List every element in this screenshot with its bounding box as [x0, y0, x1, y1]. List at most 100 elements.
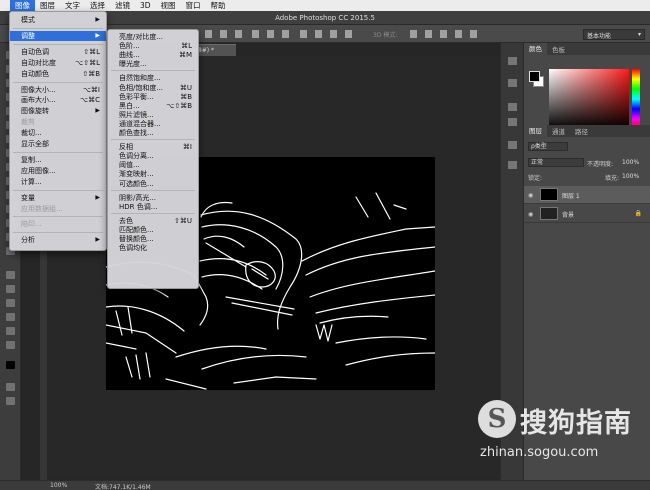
distribute-icon[interactable]	[315, 30, 322, 38]
menu-item-label: 应用图像...	[21, 166, 56, 175]
menu-item[interactable]: 裁切...	[10, 128, 106, 139]
chevron-down-icon: ▾	[637, 31, 641, 38]
layers-panel-tabs: 图层 通道 路径	[524, 125, 650, 137]
more-tools-icon[interactable]	[6, 341, 15, 349]
menu-help[interactable]: 帮助	[206, 0, 231, 11]
brush-panel-icon[interactable]	[508, 161, 517, 169]
menu-item-label: 变量	[21, 193, 35, 202]
menu-item-label: 裁切...	[21, 129, 42, 138]
menu-item-label: 分析	[21, 236, 35, 245]
apple-menu-icon[interactable]	[0, 0, 10, 11]
foreground-color-icon[interactable]	[6, 361, 15, 369]
menu-3d[interactable]: 3D	[135, 0, 156, 11]
path-select-tool-icon[interactable]	[6, 285, 15, 293]
history-icon[interactable]	[508, 57, 517, 65]
menu-window[interactable]: 窗口	[181, 0, 206, 11]
menu-select[interactable]: 选择	[85, 0, 110, 11]
tab-paths[interactable]: 路径	[570, 126, 593, 136]
3d-panel-icon[interactable]	[508, 141, 517, 149]
hand-tool-icon[interactable]	[6, 313, 15, 321]
menu-item[interactable]: 颜色查找...	[108, 128, 198, 139]
document-size[interactable]: 文档:747.1K/1.46M	[95, 482, 151, 490]
sogou-watermark: S 搜狗指南 zhinan.sogou.com	[478, 395, 650, 465]
adjustments-submenu: 亮度/对比度... 色阶... ⌘L 曲线... ⌘M 曝光度... 自然饱和度... 色相/…	[107, 29, 199, 289]
menu-type[interactable]: 文字	[60, 0, 85, 11]
menu-item[interactable]: 分析 ▶	[10, 235, 106, 246]
blend-mode-value: 正常	[531, 159, 544, 166]
3d-rotate-icon[interactable]	[410, 30, 417, 38]
menu-item[interactable]: 模式 ▶	[10, 15, 106, 26]
align-icon[interactable]	[252, 30, 259, 38]
lock-label: 锁定:	[528, 175, 543, 182]
distribute-icon[interactable]	[300, 30, 307, 38]
menu-item-label: 自动对比度	[21, 58, 56, 67]
3d-mode-label: 3D 模式:	[373, 32, 398, 39]
opacity-value[interactable]: 100%	[622, 159, 639, 166]
layer-row[interactable]: ◉ 图层 1	[524, 186, 650, 204]
submenu-arrow-icon: ▶	[95, 236, 100, 244]
eye-icon[interactable]: ◉	[528, 211, 533, 218]
zoom-tool-icon[interactable]	[6, 327, 15, 335]
menu-item[interactable]: 自动对比度 ⌥⇧⌘L	[10, 58, 106, 69]
menu-item-label: 模式	[21, 16, 35, 24]
3d-slide-icon[interactable]	[455, 30, 462, 38]
hue-slider[interactable]	[632, 69, 640, 129]
menu-filter[interactable]: 滤镜	[110, 0, 135, 11]
shape-tool-icon[interactable]	[6, 299, 15, 307]
color-picker-field[interactable]	[549, 69, 629, 129]
3d-scale-icon[interactable]	[470, 30, 477, 38]
align-icon[interactable]	[267, 30, 274, 38]
fill-value[interactable]: 100%	[622, 173, 639, 180]
blend-mode-select[interactable]: 正常	[528, 158, 584, 167]
align-icon[interactable]	[220, 30, 227, 38]
menu-item-shortcut: ⇧⌘L	[83, 47, 100, 56]
eye-icon[interactable]: ◉	[528, 192, 533, 199]
layer-thumbnail	[540, 188, 558, 201]
align-icon[interactable]	[235, 30, 242, 38]
menu-item[interactable]: 图像大小... ⌥⌘I	[10, 85, 106, 96]
text-tool-icon[interactable]	[6, 271, 15, 279]
zoom-level[interactable]: 100%	[50, 482, 67, 489]
distribute-icon[interactable]	[345, 30, 352, 38]
tab-channels[interactable]: 通道	[547, 126, 570, 136]
menu-item-label: 自动颜色	[21, 69, 49, 78]
menu-item[interactable]: 显示全部	[10, 139, 106, 150]
tab-layers[interactable]: 图层	[524, 125, 547, 137]
3d-roll-icon[interactable]	[425, 30, 432, 38]
menu-item[interactable]: 变量 ▶	[10, 193, 106, 204]
distribute-icon[interactable]	[330, 30, 337, 38]
character-icon[interactable]	[508, 103, 517, 111]
menu-image[interactable]: 图像	[10, 0, 35, 11]
properties-icon[interactable]	[508, 79, 517, 87]
tab-color[interactable]: 颜色	[524, 43, 547, 55]
menu-item[interactable]: 画布大小... ⌥⌘C	[10, 95, 106, 106]
layer-row[interactable]: ◉ 背景 🔒	[524, 205, 650, 223]
menu-item[interactable]: 色调均化	[108, 243, 198, 254]
menu-item[interactable]: 计算...	[10, 177, 106, 188]
menu-item[interactable]: 自动颜色 ⇧⌘B	[10, 69, 106, 80]
workspace-select[interactable]: 基本功能 ▾	[583, 29, 645, 40]
menu-item[interactable]: HDR 色调...	[108, 202, 198, 213]
tab-swatches[interactable]: 色板	[547, 44, 570, 54]
foreground-color-swatch[interactable]	[529, 71, 540, 82]
menu-view[interactable]: 视图	[156, 0, 181, 11]
align-icon[interactable]	[205, 30, 212, 38]
quick-mask-icon[interactable]	[6, 383, 15, 391]
align-icon[interactable]	[282, 30, 289, 38]
menu-item[interactable]: 曝光度...	[108, 59, 198, 70]
layer-filter-select[interactable]: ρ类型	[528, 142, 568, 151]
menu-item[interactable]: 自动色调 ⇧⌘L	[10, 47, 106, 58]
menu-item-label: 复制...	[21, 155, 42, 164]
3d-drag-icon[interactable]	[440, 30, 447, 38]
menu-layer[interactable]: 图层	[35, 0, 60, 11]
menu-item-label: HDR 色调...	[119, 202, 158, 211]
screen-mode-icon[interactable]	[6, 397, 15, 405]
menu-item[interactable]: 图像旋转 ▶	[10, 106, 106, 117]
menu-item[interactable]: 调整 ▶	[10, 30, 106, 42]
menu-item[interactable]: 可选颜色...	[108, 179, 198, 190]
menu-item-shortcut: ⌥⌘C	[80, 96, 100, 105]
menu-item-label: 画布大小...	[21, 96, 56, 105]
paragraph-icon[interactable]	[508, 118, 517, 126]
menu-item[interactable]: 复制...	[10, 155, 106, 166]
menu-item[interactable]: 应用图像...	[10, 166, 106, 177]
